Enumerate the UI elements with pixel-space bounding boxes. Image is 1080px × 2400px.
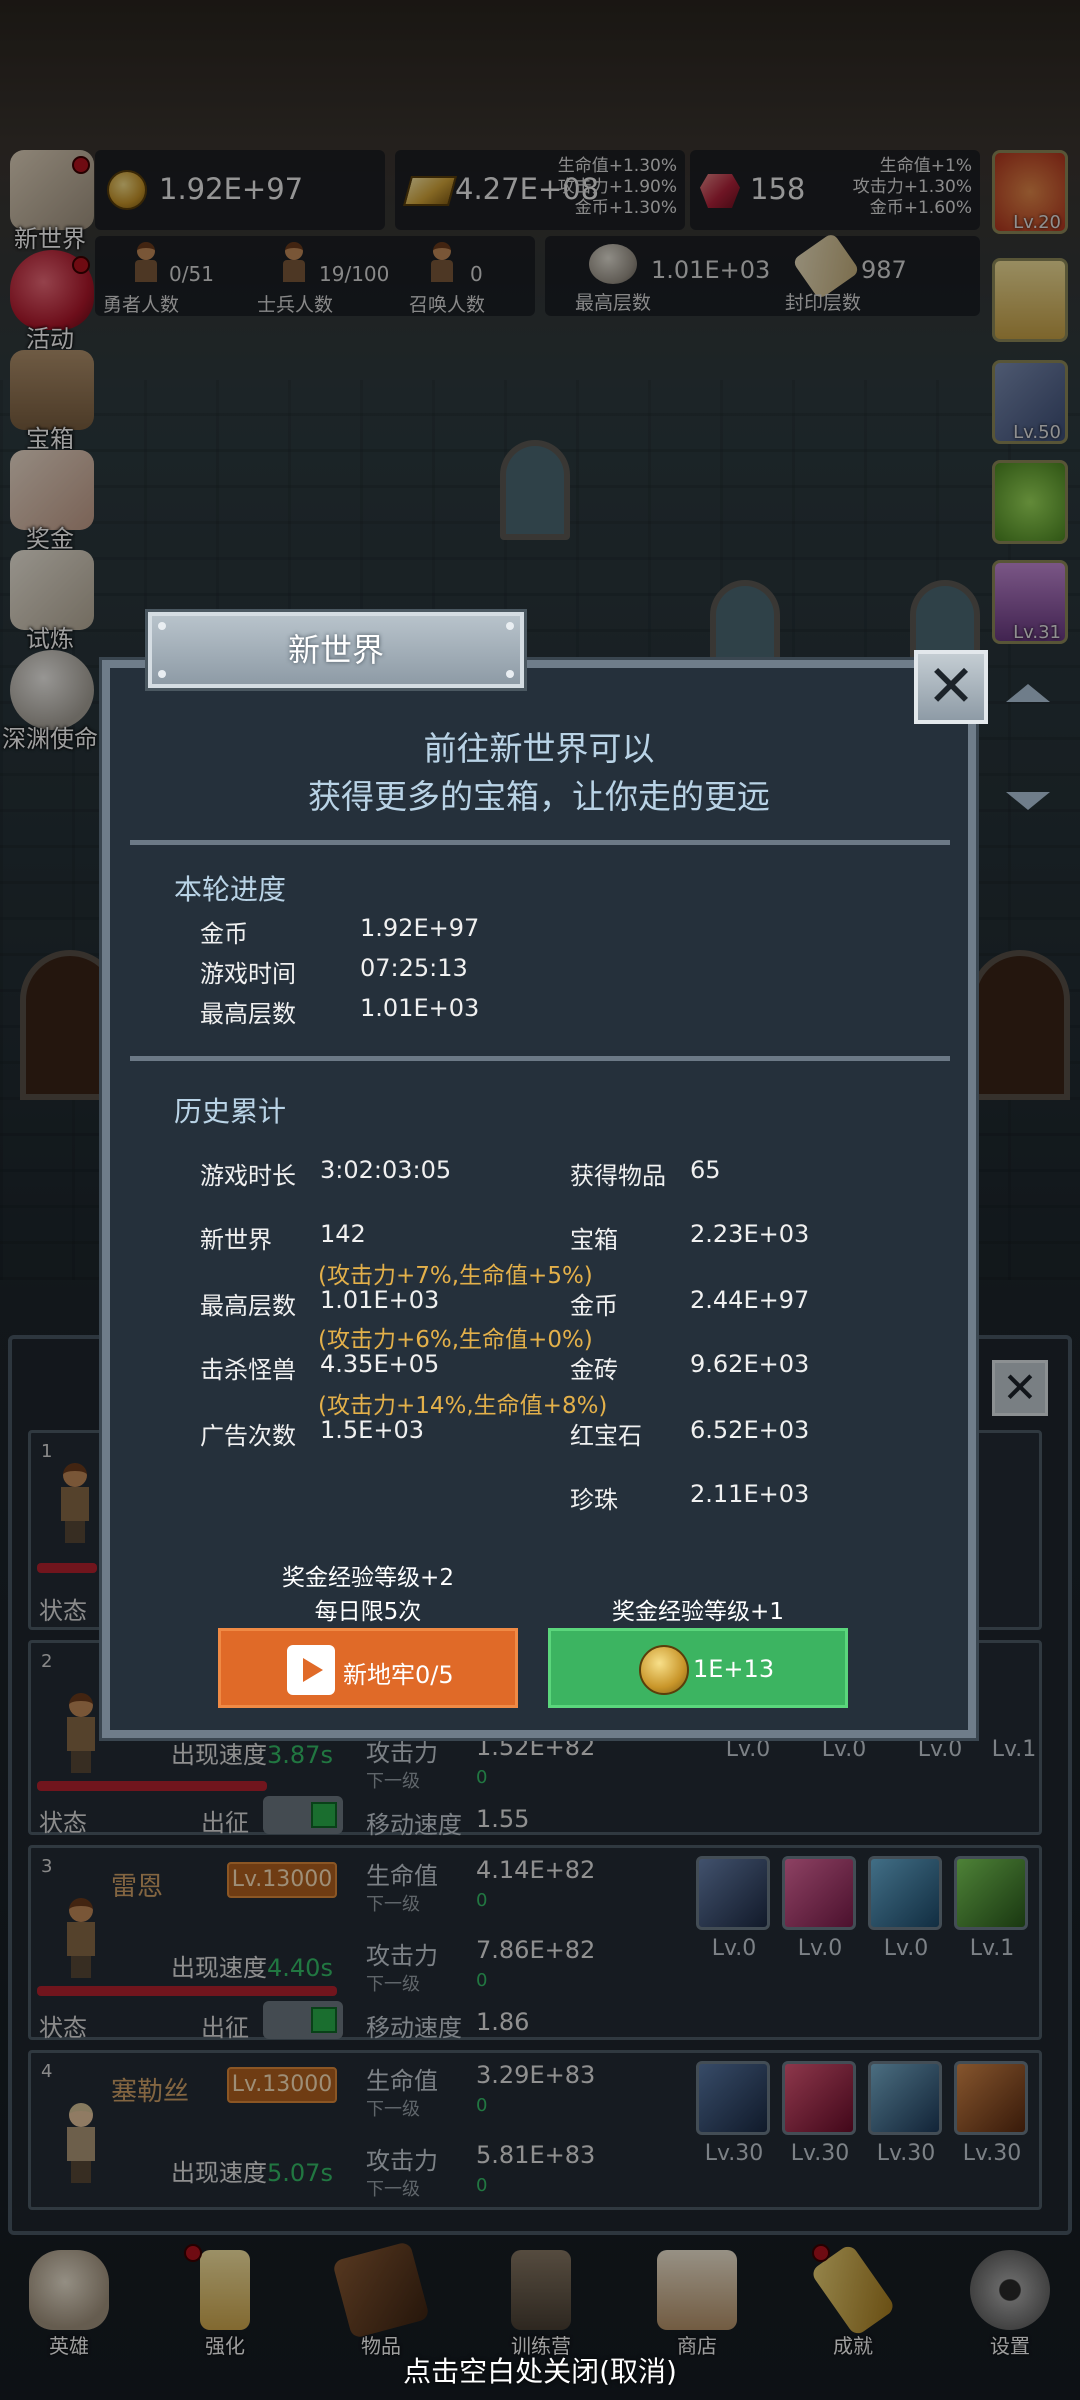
kills-label: 击杀怪兽 [200, 1356, 296, 1384]
gold-coin-icon [639, 1645, 689, 1695]
chest-value: 2.23E+03 [690, 1220, 810, 1248]
close-hint: 点击空白处关闭(取消) [403, 2355, 677, 2388]
coin-reward-note: 奖金经验等级+1 [612, 1599, 784, 1625]
video-play-icon [287, 1645, 335, 1695]
dialog-intro-line1: 前往新世界可以 [423, 729, 655, 768]
new-world-count-value: 142 [320, 1220, 366, 1248]
coin-button-label: 1E+13 [693, 1655, 775, 1683]
scroll-up-icon[interactable] [1006, 684, 1050, 702]
rivet [158, 622, 166, 630]
divider [130, 840, 950, 845]
pearl-value: 2.11E+03 [690, 1480, 810, 1508]
ad-daily-limit: 每日限5次 [314, 1599, 422, 1625]
ruby-total-value: 6.52E+03 [690, 1416, 810, 1444]
current-gold-label: 金币 [200, 920, 248, 948]
ad-reward-note: 奖金经验等级+2 [282, 1565, 454, 1591]
max-floor-label: 最高层数 [200, 1292, 296, 1320]
gold-brick-value: 9.62E+03 [690, 1350, 810, 1378]
items-value: 65 [690, 1156, 721, 1184]
current-gold-value: 1.92E+97 [360, 914, 480, 942]
max-floor-value: 1.01E+03 [320, 1286, 440, 1314]
ads-value: 1.5E+03 [320, 1416, 424, 1444]
scroll-down-icon[interactable] [1006, 792, 1050, 810]
play-time-value: 3:02:03:05 [320, 1156, 452, 1184]
history-title: 历史累计 [174, 1095, 287, 1128]
new-world-count-label: 新世界 [200, 1226, 272, 1254]
dialog-intro-line2: 获得更多的宝箱，让你走的更远 [308, 777, 770, 816]
kills-value: 4.35E+05 [320, 1350, 440, 1378]
new-world-bonus: (攻击力+7%,生命值+5%) [318, 1263, 593, 1289]
divider [130, 1056, 950, 1061]
new-dungeon-ad-button[interactable]: 新地牢0/5 [218, 1628, 518, 1708]
current-floor-label: 最高层数 [200, 1000, 296, 1028]
current-time-label: 游戏时间 [200, 960, 296, 988]
current-time-value: 07:25:13 [360, 954, 468, 982]
current-floor-value: 1.01E+03 [360, 994, 480, 1022]
pearl-label: 珍珠 [570, 1486, 618, 1514]
rivet [506, 670, 514, 678]
close-icon[interactable]: ✕ [914, 650, 988, 724]
dialog-title: 新世界 [148, 612, 524, 688]
items-label: 获得物品 [570, 1162, 666, 1190]
gold-brick-label: 金砖 [570, 1356, 618, 1384]
ruby-total-label: 红宝石 [570, 1422, 642, 1450]
chest-label: 宝箱 [570, 1226, 618, 1254]
current-progress-title: 本轮进度 [174, 873, 287, 906]
kills-bonus: (攻击力+14%,生命值+8%) [318, 1393, 608, 1419]
rivet [506, 622, 514, 630]
ads-label: 广告次数 [200, 1422, 296, 1450]
new-world-coin-button[interactable]: 1E+13 [548, 1628, 848, 1708]
gold-total-label: 金币 [570, 1292, 618, 1320]
max-floor-bonus: (攻击力+6%,生命值+0%) [318, 1327, 593, 1353]
gold-total-value: 2.44E+97 [690, 1286, 810, 1314]
rivet [158, 670, 166, 678]
play-time-label: 游戏时长 [200, 1162, 296, 1190]
ad-button-label: 新地牢0/5 [343, 1661, 454, 1689]
